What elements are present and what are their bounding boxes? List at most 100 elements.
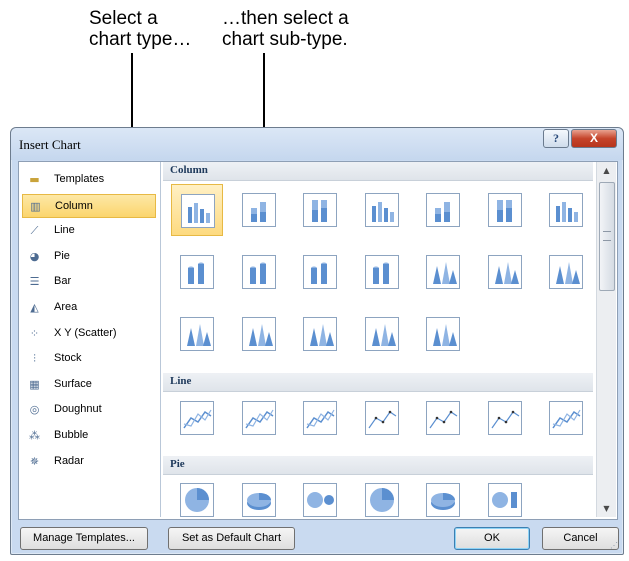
column-subtype-2-thumb[interactable] bbox=[233, 184, 285, 236]
column-subtype-17-thumb[interactable] bbox=[294, 308, 346, 360]
chart-type-item-area[interactable]: ◭ Area bbox=[22, 296, 156, 320]
column-subtype-19-thumb[interactable] bbox=[417, 308, 469, 360]
chart-type-item-bubble[interactable]: ⁂ Bubble bbox=[22, 424, 156, 448]
line-subtype-7-thumb[interactable] bbox=[540, 392, 592, 444]
chart-type-item-pie[interactable]: ◕ Pie bbox=[22, 245, 156, 269]
line-subtype-3-icon bbox=[303, 401, 337, 435]
column-subtype-11-icon bbox=[365, 255, 399, 289]
column-subtype-1-thumb[interactable] bbox=[171, 184, 223, 236]
line-subtype-2-thumb[interactable] bbox=[233, 392, 285, 444]
line-subtype-4-thumb[interactable] bbox=[356, 392, 408, 444]
line-subtype-1-icon bbox=[180, 401, 214, 435]
close-button[interactable]: X bbox=[571, 129, 617, 148]
column-subtype-15-thumb[interactable] bbox=[171, 308, 223, 360]
column-subtype-8-thumb[interactable] bbox=[171, 246, 223, 298]
scatter-chart-icon: ⁘ bbox=[29, 326, 40, 340]
pie-subtype-6-thumb[interactable] bbox=[479, 474, 531, 517]
chart-type-item-doughnut[interactable]: ◎ Doughnut bbox=[22, 398, 156, 422]
chart-type-item-column[interactable]: ▥ Column bbox=[22, 193, 156, 218]
column-subtype-7-thumb[interactable] bbox=[540, 184, 592, 236]
column-subtype-19-icon bbox=[426, 317, 460, 351]
set-default-chart-button[interactable]: Set as Default Chart bbox=[168, 527, 295, 550]
chart-type-item-line[interactable]: ⟋ Line bbox=[22, 219, 156, 243]
column-subtype-18-thumb[interactable] bbox=[356, 308, 408, 360]
chart-type-item-bar[interactable]: ☰ Bar bbox=[22, 270, 156, 294]
chart-type-label: Bar bbox=[54, 275, 72, 288]
column-subtype-6-thumb[interactable] bbox=[479, 184, 531, 236]
column-subtype-10-thumb[interactable] bbox=[294, 246, 346, 298]
title-bar: Insert Chart ? X bbox=[11, 128, 623, 160]
callout-right-line1: …then select a bbox=[222, 8, 349, 29]
chart-type-label: Stock bbox=[54, 352, 82, 365]
column-subtype-14-thumb[interactable] bbox=[540, 246, 592, 298]
column-chart-icon: ▥ bbox=[30, 199, 41, 213]
resize-grip-icon[interactable]: ⋰ bbox=[610, 541, 620, 551]
column-subtype-9-icon bbox=[242, 255, 276, 289]
help-button[interactable]: ? bbox=[543, 129, 569, 148]
radar-chart-icon: ✵ bbox=[29, 454, 40, 468]
callout-select-sub-type: …then select a chart sub-type. bbox=[222, 8, 382, 50]
callout-select-chart-type: Select a chart type… bbox=[89, 8, 209, 50]
column-subtype-13-thumb[interactable] bbox=[479, 246, 531, 298]
line-chart-icon: ⟋ bbox=[30, 224, 39, 238]
pie-subtype-3-thumb[interactable] bbox=[294, 474, 346, 517]
chart-type-item-stock[interactable]: ⫶ Stock bbox=[22, 347, 156, 371]
scroll-grip-icon bbox=[603, 231, 611, 241]
close-icon: X bbox=[589, 131, 598, 145]
line-subtype-1-thumb[interactable] bbox=[171, 392, 223, 444]
column-subtype-4-icon bbox=[365, 193, 399, 227]
line-subtype-3-thumb[interactable] bbox=[294, 392, 346, 444]
line-subtype-6-icon bbox=[488, 401, 522, 435]
pie-subtype-1-thumb[interactable] bbox=[171, 474, 223, 517]
pie-subtype-2-thumb[interactable] bbox=[233, 474, 285, 517]
scroll-up-arrow-icon[interactable]: ▲ bbox=[597, 162, 616, 179]
chart-type-list: ▬ Templates ▥ Column ⟋ Line ◕ Pie ☰ Bar ◭ Area ⁘ X Y … bbox=[19, 162, 161, 517]
column-subtype-4-thumb[interactable] bbox=[356, 184, 408, 236]
cancel-button[interactable]: Cancel bbox=[542, 527, 619, 550]
column-subtype-7-icon bbox=[549, 193, 583, 227]
help-icon: ? bbox=[553, 131, 559, 145]
stock-chart-icon: ⫶ bbox=[33, 352, 36, 366]
line-subtype-6-thumb[interactable] bbox=[479, 392, 531, 444]
column-subtype-10-icon bbox=[303, 255, 337, 289]
chart-type-label: Line bbox=[54, 224, 75, 237]
line-subtype-5-thumb[interactable] bbox=[417, 392, 469, 444]
chart-type-label: Area bbox=[54, 301, 78, 313]
column-subtype-16-thumb[interactable] bbox=[233, 308, 285, 360]
doughnut-chart-icon: ◎ bbox=[29, 403, 40, 417]
column-subtype-12-thumb[interactable] bbox=[417, 246, 469, 298]
ok-button[interactable]: OK bbox=[454, 527, 530, 550]
chart-type-item-radar[interactable]: ✵ Radar bbox=[22, 450, 156, 474]
column-subtype-13-icon bbox=[488, 255, 522, 289]
chart-type-item-scatter[interactable]: ⁘ X Y (Scatter) bbox=[22, 322, 156, 346]
bubble-chart-icon: ⁂ bbox=[29, 429, 40, 442]
chart-type-label: X Y (Scatter) bbox=[54, 326, 117, 339]
scroll-thumb[interactable] bbox=[599, 182, 615, 291]
column-subtype-3-thumb[interactable] bbox=[294, 184, 346, 236]
column-subtype-8-icon bbox=[180, 255, 214, 289]
dialog-body: ▬ Templates ▥ Column ⟋ Line ◕ Pie ☰ Bar ◭ Area ⁘ X Y … bbox=[18, 161, 618, 520]
scroll-down-arrow-icon[interactable]: ▼ bbox=[597, 500, 616, 517]
column-subtype-5-thumb[interactable] bbox=[417, 184, 469, 236]
gallery-scrollbar[interactable]: ▲ ▼ bbox=[596, 162, 616, 517]
manage-templates-button[interactable]: Manage Templates... bbox=[20, 527, 148, 550]
column-subtype-16-icon bbox=[242, 317, 276, 351]
bar-chart-icon: ☰ bbox=[29, 275, 40, 289]
line-subtype-2-icon bbox=[242, 401, 276, 435]
pie-chart-icon: ◕ bbox=[29, 249, 40, 263]
column-subtype-9-thumb[interactable] bbox=[233, 246, 285, 298]
pie-subtype-2-icon bbox=[242, 483, 276, 517]
column-subtype-15-icon bbox=[180, 317, 214, 351]
callout-left-line2: chart type… bbox=[89, 29, 192, 50]
pie-subtype-4-thumb[interactable] bbox=[356, 474, 408, 517]
pie-subtype-3-icon bbox=[303, 483, 337, 517]
chart-type-item-surface[interactable]: ▦ Surface bbox=[22, 373, 156, 397]
chart-type-item-folder[interactable]: ▬ Templates bbox=[22, 168, 156, 192]
line-subtype-4-icon bbox=[365, 401, 399, 435]
column-subtype-6-icon bbox=[488, 193, 522, 227]
dialog-title: Insert Chart bbox=[19, 137, 81, 152]
column-subtype-11-thumb[interactable] bbox=[356, 246, 408, 298]
pie-subtype-5-thumb[interactable] bbox=[417, 474, 469, 517]
callout-right-line2: chart sub-type. bbox=[222, 29, 348, 50]
line-subtype-7-icon bbox=[549, 401, 583, 435]
